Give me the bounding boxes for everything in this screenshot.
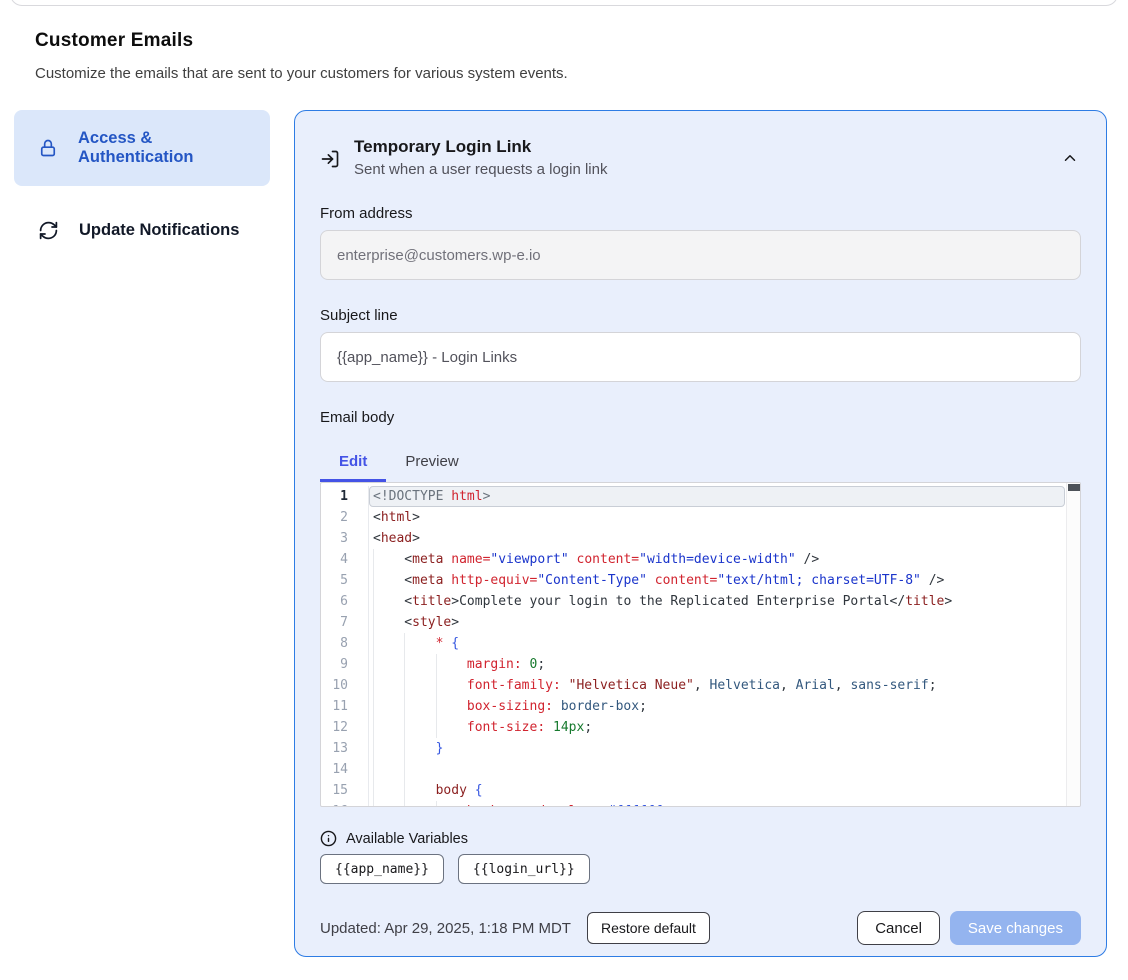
chevron-up-icon xyxy=(1061,149,1079,167)
save-changes-button[interactable]: Save changes xyxy=(950,911,1081,945)
code-line-content: * { xyxy=(369,633,1080,654)
available-variables-label: Available Variables xyxy=(346,831,468,847)
line-number: 11 xyxy=(321,696,369,717)
code-line-content: background-color: #ffffff; xyxy=(369,801,1080,807)
code-line: 9 margin: 0; xyxy=(321,654,1080,675)
code-line: 2<html> xyxy=(321,507,1080,528)
page-subtitle: Customize the emails that are sent to yo… xyxy=(35,65,568,82)
code-line-content: <!DOCTYPE html> xyxy=(369,486,1065,507)
lock-icon xyxy=(38,137,58,159)
code-line-content: <html> xyxy=(369,507,1080,528)
previous-card-edge xyxy=(10,0,1118,6)
code-line: 3<head> xyxy=(321,528,1080,549)
variable-chip-login-url[interactable]: {{login_url}} xyxy=(458,854,590,884)
page-title: Customer Emails xyxy=(35,30,568,52)
subject-line-label: Subject line xyxy=(320,307,1081,324)
line-number: 6 xyxy=(321,591,369,612)
code-line-content: <head> xyxy=(369,528,1080,549)
line-number: 4 xyxy=(321,549,369,570)
panel-header: Temporary Login Link Sent when a user re… xyxy=(320,137,1081,178)
code-line-content: margin: 0; xyxy=(369,654,1080,675)
code-line: 8 * { xyxy=(321,633,1080,654)
code-line: 1<!DOCTYPE html> xyxy=(321,486,1080,507)
code-line-content: <style> xyxy=(369,612,1080,633)
code-line: 14 xyxy=(321,759,1080,780)
code-line: 15 body { xyxy=(321,780,1080,801)
code-line-content: } xyxy=(369,738,1080,759)
refresh-icon xyxy=(38,220,59,241)
restore-default-button[interactable]: Restore default xyxy=(587,912,710,944)
tab-preview[interactable]: Preview xyxy=(386,444,477,482)
line-number: 5 xyxy=(321,570,369,591)
code-line: 5 <meta http-equiv="Content-Type" conten… xyxy=(321,570,1080,591)
line-number: 13 xyxy=(321,738,369,759)
code-lines: 1<!DOCTYPE html>2<html>3<head>4 <meta na… xyxy=(321,486,1080,807)
line-number: 16 xyxy=(321,801,369,807)
line-number: 7 xyxy=(321,612,369,633)
email-body-tabs: Edit Preview xyxy=(320,444,1081,482)
panel-header-text: Temporary Login Link Sent when a user re… xyxy=(354,137,1045,178)
code-line-content xyxy=(369,759,1080,780)
code-line-content: <title>Complete your login to the Replic… xyxy=(369,591,1080,612)
code-line: 12 font-size: 14px; xyxy=(321,717,1080,738)
code-line: 11 box-sizing: border-box; xyxy=(321,696,1080,717)
info-icon xyxy=(320,830,337,847)
line-number: 3 xyxy=(321,528,369,549)
code-line-content: font-size: 14px; xyxy=(369,717,1080,738)
login-icon xyxy=(320,149,340,169)
code-line: 13 } xyxy=(321,738,1080,759)
cancel-button[interactable]: Cancel xyxy=(857,911,940,945)
line-number: 1 xyxy=(321,486,369,507)
line-number: 8 xyxy=(321,633,369,654)
code-line: 16 background-color: #ffffff; xyxy=(321,801,1080,807)
line-number: 15 xyxy=(321,780,369,801)
updated-timestamp: Updated: Apr 29, 2025, 1:18 PM MDT xyxy=(320,920,571,937)
line-number: 10 xyxy=(321,675,369,696)
variable-chip-app-name[interactable]: {{app_name}} xyxy=(320,854,444,884)
from-address-input[interactable] xyxy=(320,230,1081,280)
available-variables-header: Available Variables xyxy=(320,830,1081,847)
code-line: 10 font-family: "Helvetica Neue", Helvet… xyxy=(321,675,1080,696)
editor-scrollbar[interactable] xyxy=(1066,483,1080,806)
code-line-content: box-sizing: border-box; xyxy=(369,696,1080,717)
line-number: 9 xyxy=(321,654,369,675)
from-address-label: From address xyxy=(320,205,1081,222)
code-line: 6 <title>Complete your login to the Repl… xyxy=(321,591,1080,612)
sidebar-item-update-notifications[interactable]: Update Notifications xyxy=(14,210,270,251)
panel-title: Temporary Login Link xyxy=(354,137,1045,157)
code-line: 4 <meta name="viewport" content="width=d… xyxy=(321,549,1080,570)
tab-edit[interactable]: Edit xyxy=(320,444,386,482)
variable-chips: {{app_name}} {{login_url}} xyxy=(320,854,1081,884)
sidebar-item-access-authentication[interactable]: Access & Authentication xyxy=(14,110,270,186)
code-line-content: font-family: "Helvetica Neue", Helvetica… xyxy=(369,675,1080,696)
code-line-content: <meta name="viewport" content="width=dev… xyxy=(369,549,1080,570)
code-line-content: <meta http-equiv="Content-Type" content=… xyxy=(369,570,1080,591)
panel-footer: Updated: Apr 29, 2025, 1:18 PM MDT Resto… xyxy=(320,911,1081,945)
code-line-content: body { xyxy=(369,780,1080,801)
editor-scrollbar-thumb[interactable] xyxy=(1068,484,1080,491)
line-number: 14 xyxy=(321,759,369,780)
page-header: Customer Emails Customize the emails tha… xyxy=(35,30,568,82)
collapse-panel-button[interactable] xyxy=(1059,147,1081,172)
sidebar-item-label: Access & Authentication xyxy=(78,129,256,167)
email-body-label: Email body xyxy=(320,409,1081,426)
sidebar-item-label: Update Notifications xyxy=(79,221,239,240)
subject-line-input[interactable] xyxy=(320,332,1081,382)
line-number: 2 xyxy=(321,507,369,528)
code-line: 7 <style> xyxy=(321,612,1080,633)
email-template-panel: Temporary Login Link Sent when a user re… xyxy=(294,110,1107,957)
code-editor[interactable]: 1<!DOCTYPE html>2<html>3<head>4 <meta na… xyxy=(320,482,1081,807)
panel-subtitle: Sent when a user requests a login link xyxy=(354,161,1045,178)
line-number: 12 xyxy=(321,717,369,738)
sidebar: Access & Authentication Update Notificat… xyxy=(14,110,270,251)
